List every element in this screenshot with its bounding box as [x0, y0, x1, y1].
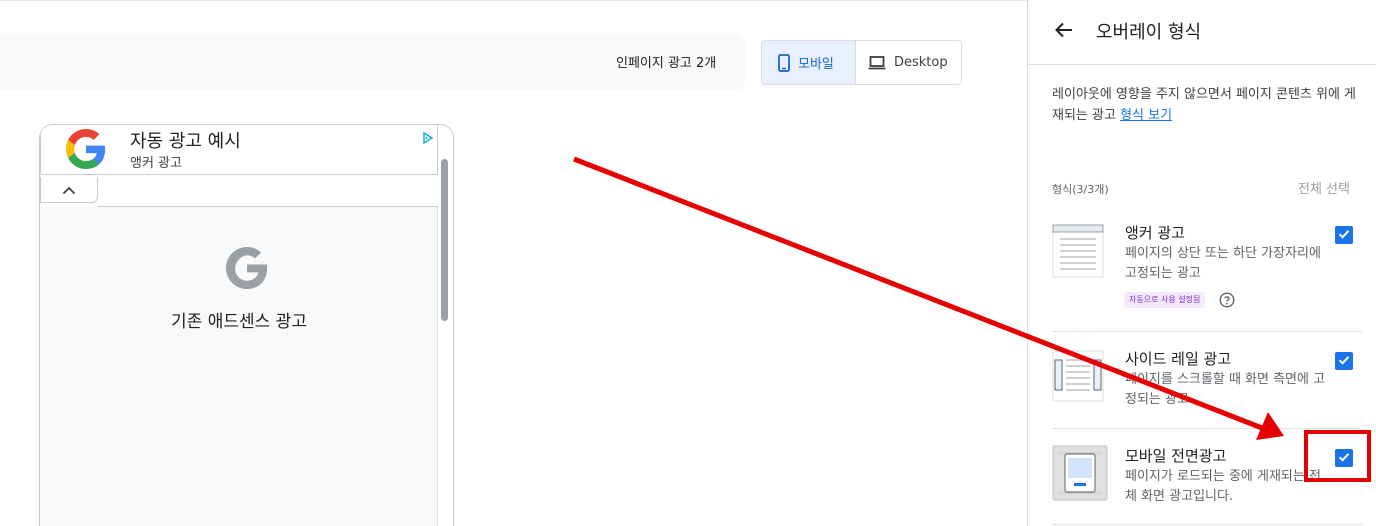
- overlay-formats-panel: 오버레이 형식 레이아웃에 영향을 주지 않으면서 페이지 콘텐츠 위에 게재되…: [1027, 0, 1376, 526]
- anchor-ad-subtitle: 앵커 광고: [130, 156, 182, 171]
- format-divider: [1052, 428, 1362, 429]
- preview-scrollbar-thumb[interactable]: [441, 159, 448, 321]
- desktop-toggle-button[interactable]: Desktop: [856, 41, 961, 84]
- chevron-up-icon: [62, 180, 76, 199]
- format-divider: [1052, 331, 1362, 332]
- anchor-ad-format-title: 앵커 광고: [1125, 224, 1185, 242]
- side-rail-illustration: [1052, 350, 1104, 406]
- mobile-phone-icon: [778, 53, 790, 72]
- back-arrow-icon[interactable]: [1054, 20, 1074, 44]
- interstitial-format-title: 모바일 전면광고: [1125, 447, 1227, 465]
- mobile-toggle-label: 모바일: [798, 57, 834, 72]
- view-formats-link[interactable]: 형식 보기: [1120, 108, 1172, 123]
- google-g-gray-logo: [226, 247, 268, 293]
- existing-adsense-ad-label: 기존 애드센스 광고: [171, 312, 307, 332]
- anchor-ad-title: 자동 광고 예시: [130, 131, 241, 152]
- interstitial-illustration: [1052, 445, 1108, 505]
- google-g-logo: [66, 129, 106, 173]
- preview-page-content: 기존 애드센스 광고: [40, 207, 438, 526]
- collapse-anchor-button[interactable]: [40, 177, 98, 203]
- help-circle-icon[interactable]: [1219, 292, 1235, 312]
- side-rail-format-title: 사이드 레일 광고: [1125, 350, 1232, 368]
- mobile-toggle-button[interactable]: 모바일: [762, 41, 856, 84]
- select-all-button[interactable]: 전체 선택: [1298, 178, 1350, 197]
- panel-header-divider: [1028, 64, 1376, 65]
- panel-description-text: 레이아웃에 영향을 주지 않으면서 페이지 콘텐츠 위에 게재되는 광고: [1052, 87, 1357, 123]
- desktop-toggle-label: Desktop: [894, 55, 948, 70]
- side-rail-checkbox[interactable]: [1335, 352, 1353, 370]
- formats-count: 형식(3/3개): [1052, 183, 1109, 196]
- adchoices-icon[interactable]: [422, 129, 434, 148]
- inpage-ad-count: 인페이지 광고 2개: [616, 56, 717, 71]
- device-toggle: 모바일 Desktop: [761, 40, 962, 85]
- top-divider: [0, 0, 1027, 1]
- checkmark-icon: [1337, 449, 1351, 468]
- panel-description: 레이아웃에 영향을 주지 않으면서 페이지 콘텐츠 위에 게재되는 광고 형식 …: [1052, 84, 1362, 126]
- mobile-preview-frame: 자동 광고 예시 앵커 광고 기존 애드센스 광고: [39, 124, 454, 526]
- anchor-ad-illustration: [1052, 224, 1104, 282]
- anchor-tab-shelf: [98, 177, 438, 207]
- format-divider: [1052, 524, 1362, 525]
- interstitial-checkbox[interactable]: [1335, 449, 1353, 467]
- panel-title: 오버레이 형식: [1096, 22, 1202, 43]
- auto-enabled-badge: 자동으로 사용 설정됨: [1124, 292, 1206, 308]
- anchor-ad-checkbox[interactable]: [1335, 226, 1353, 244]
- checkmark-icon: [1337, 226, 1351, 245]
- laptop-icon: [868, 55, 886, 70]
- anchor-ad-format-desc: 페이지의 상단 또는 하단 가장자리에 고정되는 광고: [1125, 246, 1321, 281]
- checkmark-icon: [1337, 352, 1351, 371]
- anchor-ad-preview[interactable]: 자동 광고 예시 앵커 광고: [40, 125, 438, 175]
- side-rail-format-desc: 페이지를 스크롤할 때 화면 측면에 고정되는 광고: [1125, 372, 1326, 407]
- interstitial-format-desc: 페이지가 로드되는 중에 게재되는 전체 화면 광고입니다.: [1125, 469, 1321, 504]
